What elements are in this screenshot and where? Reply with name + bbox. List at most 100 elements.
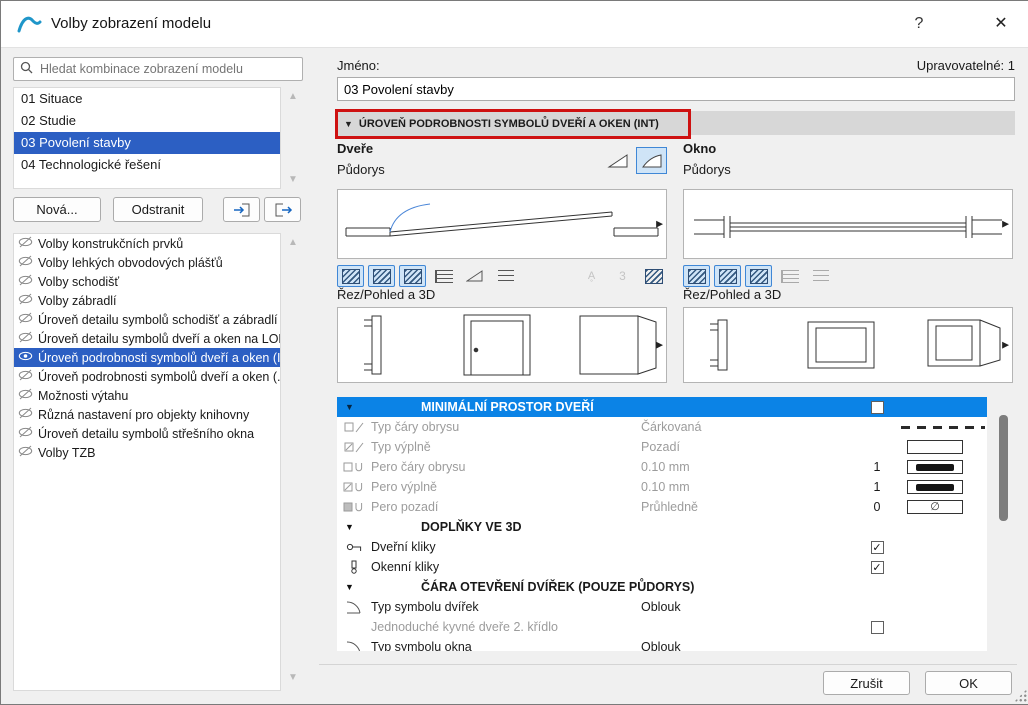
combination-item-selected[interactable]: 03 Povolení stavby [14,132,280,154]
option-item[interactable]: Možnosti výtahu [14,386,280,405]
table-row[interactable]: Dveřní kliky ✓ [337,537,987,557]
export-combination-button[interactable] [264,197,301,222]
door-detail-text-marker-button[interactable]: Ḁ [578,265,605,287]
fill-type-icon [337,441,371,454]
group-header-opening-line[interactable]: ▼ ČÁRA OTEVŘENÍ DVÍŘEK (POUZE PŮDORYS) [337,577,987,597]
option-item[interactable]: Úroveň podrobnosti symbolů dveří a oken … [14,367,280,386]
collapse-icon[interactable]: ▼ [337,402,371,412]
window-detail-option-1-button[interactable] [683,265,710,287]
window-detail-option-5-button[interactable] [807,265,834,287]
scroll-up-icon[interactable]: ▲ [288,91,298,102]
section-header-bar[interactable]: ▼ ÚROVEŇ PODROBNOSTI SYMBOLŮ DVEŘÍ A OKE… [335,109,1015,139]
line-symbol-toggle[interactable] [602,147,633,174]
contour-pen-icon [337,461,371,474]
fill-preview[interactable] [897,440,987,454]
door-detail-option-3-button[interactable] [399,265,426,287]
import-combination-button[interactable] [223,197,260,222]
scroll-up-icon[interactable]: ▲ [288,237,298,248]
preview-next-button[interactable]: ▶ [1002,340,1009,351]
table-row[interactable]: Okenní kliky ✓ [337,557,987,577]
door-detail-option-1-button[interactable] [337,265,364,287]
pen-preview[interactable] [897,480,987,494]
table-row[interactable]: Pero pozadí Průhledně 0 ∅ [337,497,987,517]
table-row[interactable]: Pero výplně 0.10 mm 1 [337,477,987,497]
option-item[interactable]: Různá nastavení pro objekty knihovny [14,405,280,424]
table-row[interactable]: Typ symbolu okna Oblouk [337,637,987,651]
editable-count-label: Upravovatelné: 1 [916,58,1015,73]
window-plan-drawing [694,216,1002,238]
close-button[interactable]: ✕ [985,9,1017,39]
collapse-icon[interactable]: ▼ [344,119,353,129]
arc-symbol-toggle[interactable] [636,147,667,174]
scroll-down-icon[interactable]: ▼ [288,672,298,683]
option-item[interactable]: Volby TZB [14,443,280,462]
option-item-selected[interactable]: Úroveň podrobnosti symbolů dveří a oken … [14,348,280,367]
option-item[interactable]: Volby konstrukčních prvků [14,234,280,253]
door-plan-detail-toolbar: Ḁ 3 [337,265,667,287]
door-detail-option-6-button[interactable] [492,265,519,287]
door-detail-option-2-button[interactable] [368,265,395,287]
group-checkbox-unchecked[interactable] [870,400,884,414]
search-input[interactable] [38,61,296,77]
resize-grip[interactable] [1014,689,1027,702]
preview-next-button[interactable]: ▶ [1002,219,1009,230]
combination-item[interactable]: 04 Technologické řešení [14,154,280,176]
text-marker-icon: Ḁ [587,270,596,282]
option-item[interactable]: Volby schodišť [14,272,280,291]
scroll-down-icon[interactable]: ▼ [288,174,298,185]
dashed-line-preview[interactable] [897,425,987,429]
combination-item[interactable]: 01 Situace [14,88,280,110]
checkbox-checked[interactable]: ✓ [870,560,884,574]
cancel-button[interactable]: Zrušit [823,671,910,695]
table-row[interactable]: Jednoduché kyvné dveře 2. křídlo [337,617,987,637]
combination-item[interactable]: 02 Studie [14,110,280,132]
eye-off-icon [18,426,33,441]
name-input[interactable] [337,77,1015,101]
search-box[interactable] [13,57,303,81]
import-icon [233,203,249,216]
preview-next-button[interactable]: ▶ [656,340,663,351]
door-detail-option-4-button[interactable] [430,265,457,287]
window-column: Okno Půdorys ▶ Řez/Pohled a 3D ▶ [683,141,1013,387]
window-detail-option-3-button[interactable] [745,265,772,287]
collapse-icon[interactable]: ▼ [337,522,371,532]
door-plan-preview[interactable]: ▶ [337,189,667,259]
table-row[interactable]: Typ výplně Pozadí [337,437,987,457]
option-item[interactable]: Úroveň detailu symbolů dveří a oken na L… [14,329,280,348]
transparent-pen-preview[interactable]: ∅ [897,500,987,514]
window-section3d-preview[interactable]: ▶ [683,307,1013,383]
hatch-icon [341,268,360,284]
option-item[interactable]: Úroveň detailu symbolů střešního okna [14,424,280,443]
ok-button[interactable]: OK [925,671,1012,695]
window-detail-option-4-button[interactable] [776,265,803,287]
door-detail-option-9-button[interactable] [640,265,667,287]
door-detail-option-5-button[interactable] [461,265,488,287]
table-row[interactable]: Pero čáry obrysu 0.10 mm 1 [337,457,987,477]
door-symbol-style-toggles [602,147,667,174]
eye-off-icon [18,236,33,251]
fill-pen-icon [337,481,371,494]
collapse-icon[interactable]: ▼ [337,582,371,592]
group-header-3d-accessories[interactable]: ▼ DOPLŇKY VE 3D [337,517,987,537]
delete-button[interactable]: Odstranit [113,197,203,222]
new-button[interactable]: Nová... [13,197,101,222]
option-item[interactable]: Volby zábradlí [14,291,280,310]
table-row[interactable]: Typ symbolu dvířek Oblouk [337,597,987,617]
preview-next-button[interactable]: ▶ [656,219,663,230]
checkbox-unchecked[interactable] [870,620,884,634]
pen-preview[interactable] [897,460,987,474]
door-section3d-preview[interactable]: ▶ [337,307,667,383]
option-item[interactable]: Volby lehkých obvodových plášťů [14,253,280,272]
checkbox-checked[interactable]: ✓ [870,540,884,554]
search-icon [20,61,33,77]
eye-icon [18,350,33,365]
table-row[interactable]: Typ čáry obrysu Čárkovaná [337,417,987,437]
window-plan-preview[interactable]: ▶ [683,189,1013,259]
window-detail-option-2-button[interactable] [714,265,741,287]
model-view-options-dialog: Volby zobrazení modelu ? ✕ 01 Situace 02… [0,0,1028,705]
option-item[interactable]: Úroveň detailu symbolů schodišť a zábrad… [14,310,280,329]
help-button[interactable]: ? [905,11,933,37]
group-header-min-door-space[interactable]: ▼ MINIMÁLNÍ PROSTOR DVEŘÍ [337,397,987,417]
eye-off-icon [18,293,33,308]
table-scrollbar-thumb[interactable] [999,415,1008,521]
